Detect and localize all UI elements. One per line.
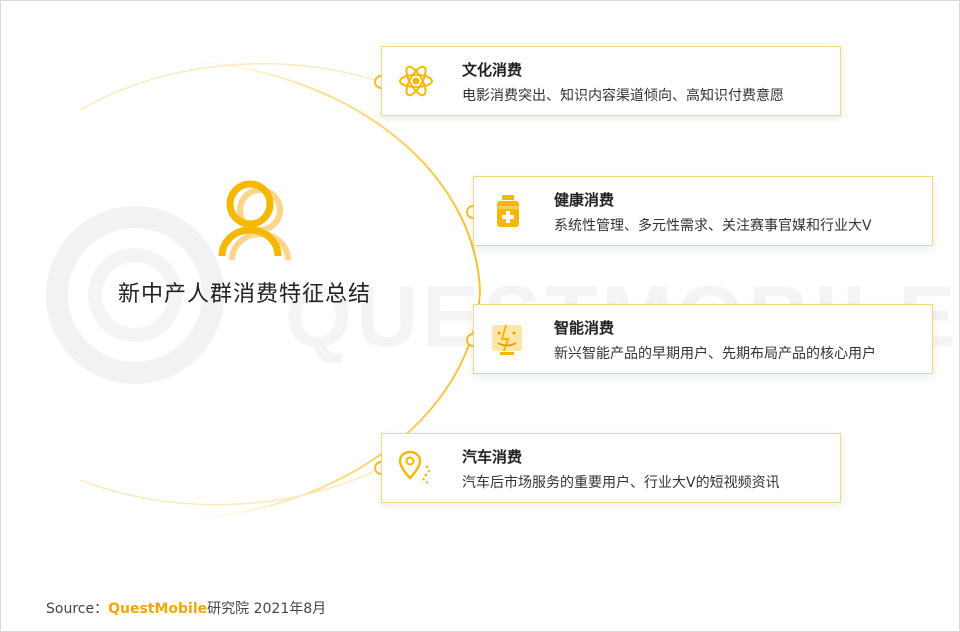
card-title: 文化消费 — [462, 61, 523, 79]
medicine-bottle-icon — [497, 195, 519, 227]
card-desc: 系统性管理、多元性需求、关注赛事官媒和行业大V — [554, 218, 872, 234]
smart-face-icon — [492, 324, 522, 355]
card-car: 汽车消费 汽车后市场服务的重要用户、行业大V的短视频资讯 — [381, 433, 841, 503]
card-title: 汽车消费 — [462, 448, 523, 466]
card-health: 健康消费 系统性管理、多元性需求、关注赛事官媒和行业大V — [473, 176, 933, 246]
card-title: 健康消费 — [554, 191, 615, 209]
source-prefix: Source： — [46, 601, 109, 617]
center-title: 新中产人群消费特征总结 — [118, 282, 372, 307]
card-desc: 汽车后市场服务的重要用户、行业大V的短视频资讯 — [462, 475, 780, 491]
source-brand: QuestMobile — [108, 601, 208, 617]
source-line: Source：QuestMobile研究院 2021年8月 — [46, 598, 326, 618]
people-icon — [218, 180, 291, 260]
card-desc: 新兴智能产品的早期用户、先期布局产品的核心用户 — [554, 346, 876, 362]
location-route-icon — [398, 450, 430, 484]
card-smart: 智能消费 新兴智能产品的早期用户、先期布局产品的核心用户 — [473, 304, 933, 374]
source-suffix: 研究院 2021年8月 — [207, 601, 327, 617]
card-title: 智能消费 — [554, 319, 615, 337]
card-culture: 文化消费 电影消费突出、知识内容渠道倾向、高知识付费意愿 — [381, 46, 841, 116]
atom-icon — [399, 65, 433, 97]
card-desc: 电影消费突出、知识内容渠道倾向、高知识付费意愿 — [462, 88, 784, 104]
